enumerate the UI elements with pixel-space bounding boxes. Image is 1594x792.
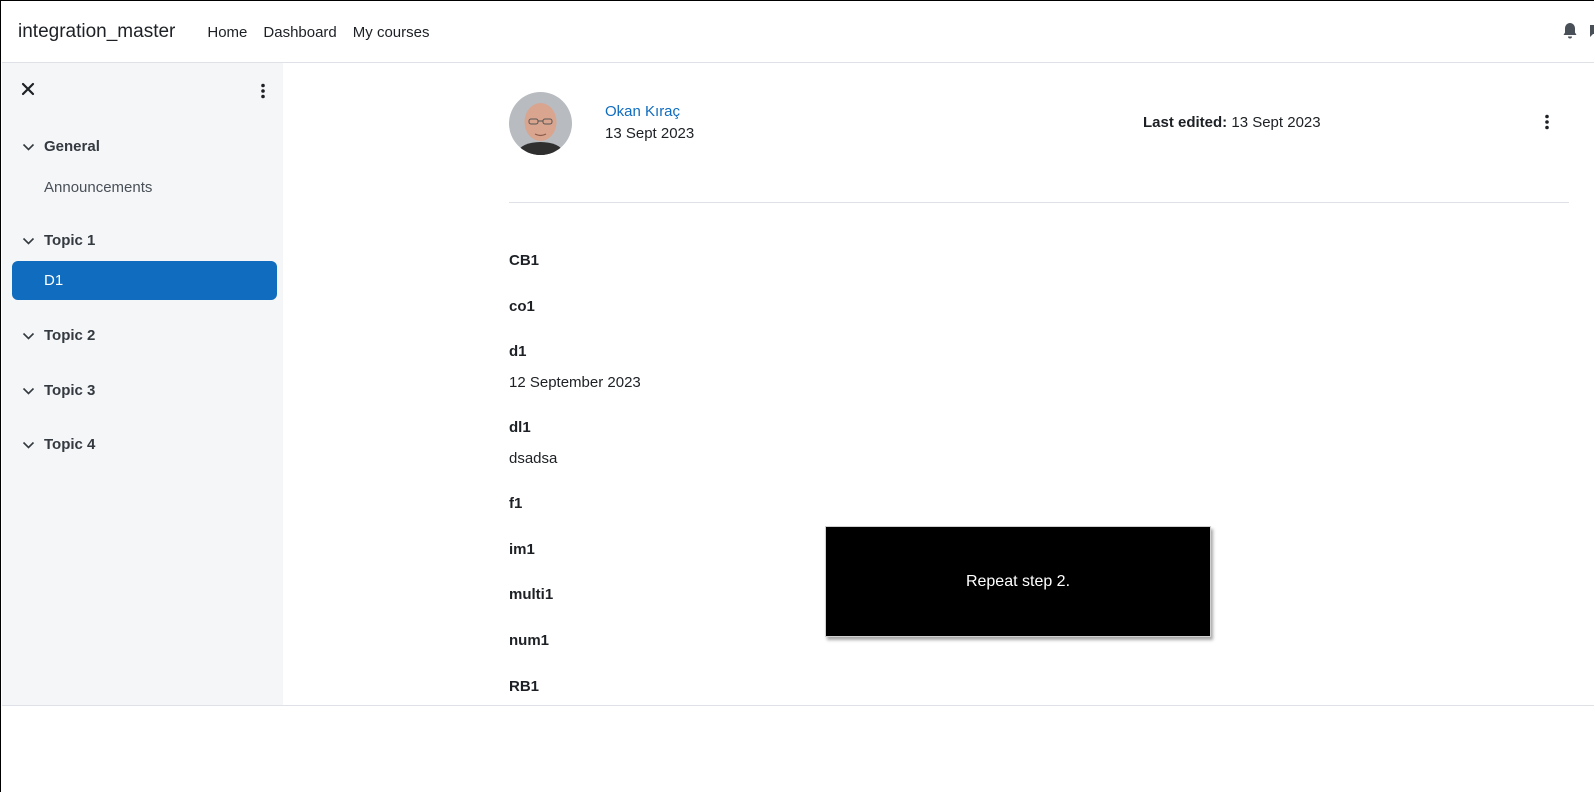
instruction-text: Repeat step 2.	[965, 572, 1071, 590]
nav-link-home[interactable]: Home	[207, 24, 247, 41]
kebab-menu-icon[interactable]	[260, 83, 266, 104]
top-navbar: integration_master Home Dashboard My cou…	[2, 2, 1594, 63]
nav-link-my-courses[interactable]: My courses	[353, 24, 430, 41]
course-index-drawer: General Announcements Topic 1 D1 Topic 2…	[2, 63, 283, 705]
field-label-num1: num1	[509, 632, 550, 649]
section-title: Topic 3	[44, 382, 96, 399]
chevron-down-icon	[22, 387, 35, 395]
field-label-dl1: dl1	[509, 419, 531, 436]
footer-area	[2, 705, 1594, 792]
chat-icon[interactable]	[1588, 22, 1594, 45]
page-frame: integration_master Home Dashboard My cou…	[0, 0, 1594, 792]
section-topic-4[interactable]: Topic 4	[22, 436, 95, 453]
instruction-overlay: Repeat step 2.	[825, 526, 1211, 637]
kebab-menu-icon[interactable]	[1544, 114, 1550, 135]
field-label-im1: im1	[509, 541, 535, 558]
activity-d1-active[interactable]: D1	[12, 261, 277, 300]
section-topic-2[interactable]: Topic 2	[22, 327, 95, 344]
author-name-link[interactable]: Okan Kıraç	[605, 103, 680, 120]
last-edited-label: Last edited:	[1143, 114, 1228, 131]
section-title: Topic 2	[44, 327, 96, 344]
chevron-down-icon	[22, 237, 35, 245]
close-icon[interactable]	[21, 82, 35, 101]
chevron-down-icon	[22, 143, 35, 151]
field-label-cb1: CB1	[509, 252, 540, 269]
author-date: 13 Sept 2023	[605, 125, 695, 142]
field-value-dl1: dsadsa	[509, 450, 558, 467]
last-edited: Last edited: 13 Sept 2023	[1143, 114, 1321, 131]
last-edited-value: 13 Sept 2023	[1231, 114, 1321, 131]
avatar[interactable]	[509, 92, 572, 155]
field-label-d1: d1	[509, 343, 527, 360]
field-label-rb1: RB1	[509, 678, 540, 695]
bell-icon[interactable]	[1562, 22, 1578, 45]
section-topic-1[interactable]: Topic 1	[22, 232, 95, 249]
nav-link-dashboard[interactable]: Dashboard	[263, 24, 336, 41]
section-topic-3[interactable]: Topic 3	[22, 382, 95, 399]
field-label-multi1: multi1	[509, 586, 554, 603]
site-brand[interactable]: integration_master	[18, 21, 175, 43]
field-label-f1: f1	[509, 495, 523, 512]
section-title: Topic 1	[44, 232, 96, 249]
section-title: Topic 4	[44, 436, 96, 453]
section-title: General	[44, 138, 100, 155]
chevron-down-icon	[22, 441, 35, 449]
chevron-down-icon	[22, 332, 35, 340]
field-value-d1: 12 September 2023	[509, 374, 641, 391]
navbar-icons	[1562, 22, 1594, 45]
field-label-co1: co1	[509, 298, 535, 315]
section-general[interactable]: General	[22, 138, 100, 155]
divider	[509, 202, 1569, 203]
activity-announcements[interactable]: Announcements	[44, 179, 152, 196]
